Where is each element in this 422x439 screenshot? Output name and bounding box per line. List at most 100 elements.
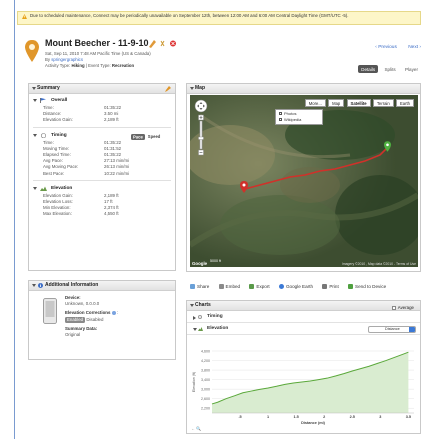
- event-type-value[interactable]: Recreation: [112, 63, 134, 68]
- additional-info-text: Device: Unknown, 0.0.0.0 Elevation Corre…: [65, 295, 119, 338]
- divider: [33, 179, 171, 181]
- embed-button[interactable]: Embed: [218, 282, 240, 292]
- collapse-arrow-icon[interactable]: [193, 327, 197, 331]
- globe-icon: [278, 284, 284, 290]
- title-actions: [149, 40, 176, 48]
- additional-info-title: Additional Information: [45, 282, 99, 288]
- charts-panel: Charts Average Timing Elevation Distance…: [186, 300, 421, 434]
- tab-splits[interactable]: Splits: [381, 65, 398, 73]
- share-label: Share: [197, 284, 210, 289]
- activity-title[interactable]: Mount Beecher - 11-9-10: [45, 38, 149, 48]
- share-button[interactable]: Share: [190, 282, 209, 292]
- timing-chart-header[interactable]: Timing: [187, 311, 420, 323]
- overall-section-header[interactable]: Overall: [29, 96, 175, 105]
- additional-info-header[interactable]: Additional Information: [29, 281, 175, 291]
- maintenance-notice: Due to scheduled maintenance, Connect ma…: [17, 11, 421, 25]
- google-logo: Google: [192, 261, 208, 266]
- activity-meta: Sat, Sep 11, 2010 7:48 AM Pacific Time (…: [45, 51, 151, 70]
- summary-header[interactable]: Summary: [29, 84, 175, 94]
- collapse-arrow-icon[interactable]: [190, 304, 194, 307]
- y-tick-label: 3,000: [201, 387, 210, 391]
- device-icon: [43, 298, 57, 324]
- send-to-device-label: Send to Device: [355, 284, 387, 289]
- send-to-device-button[interactable]: Send to Device: [348, 282, 386, 292]
- send-device-icon: [348, 284, 354, 290]
- dropdown-arrow-icon[interactable]: [409, 327, 415, 332]
- collapse-arrow-icon[interactable]: [33, 99, 37, 102]
- tab-details[interactable]: Details: [358, 65, 379, 73]
- collapse-arrow-icon[interactable]: [190, 87, 194, 90]
- author-link[interactable]: springergraphics: [51, 57, 83, 62]
- delete-icon[interactable]: [170, 40, 176, 47]
- map-attribution[interactable]: Imagery ©2010 , Map data ©2010 - Terms o…: [342, 262, 416, 266]
- activity-type-label: Activity Type:: [45, 63, 71, 69]
- satellite-map[interactable]: More... Map Satellite Terrain Earth Phot…: [190, 95, 418, 267]
- x-tick-label: 1.5: [294, 415, 299, 419]
- help-icon[interactable]: [111, 311, 116, 316]
- summary-data-value: Original: [65, 332, 81, 338]
- activity-tabs: Details Splits Player: [356, 65, 421, 74]
- embed-icon: [218, 284, 224, 290]
- map-pan-zoom-control[interactable]: [194, 99, 208, 159]
- export-button[interactable]: Export: [249, 282, 270, 292]
- x-axis-label: Distance (mi): [301, 421, 326, 425]
- y-tick-label: 3,400: [201, 378, 210, 382]
- map-header[interactable]: Map: [187, 84, 420, 94]
- end-marker-icon[interactable]: [384, 141, 391, 152]
- next-link[interactable]: Next ›: [408, 45, 421, 50]
- activity-type-row: Activity Type: Hiking | Event Type: Recr…: [45, 63, 135, 69]
- y-tick-label: 4,600: [201, 349, 210, 353]
- checkbox[interactable]: [279, 117, 282, 121]
- stat-label: Elevation Gain:: [43, 117, 73, 123]
- elevation-chart[interactable]: 4,600 4,200 3,800 3,400 3,000 2,600 2,200 .5 1 1.…: [190, 347, 418, 431]
- stat-value: 10:22 min/mi: [104, 170, 130, 176]
- start-marker-icon[interactable]: [240, 181, 248, 193]
- summary-panel: Summary Overall Time: 01:35:22 Distance: 3…: [28, 83, 176, 271]
- timing-section-header[interactable]: Timing Pace Speed: [29, 131, 175, 140]
- google-earth-label: Google Earth: [285, 284, 314, 289]
- charts-header[interactable]: Charts Average: [187, 301, 420, 311]
- x-axis-select-value: Distance: [385, 327, 400, 331]
- checkbox[interactable]: [279, 112, 282, 116]
- disabled-button[interactable]: Disabled: [86, 317, 103, 322]
- y-axis-label: Elevation (ft): [192, 372, 196, 392]
- google-earth-button[interactable]: Google Earth: [278, 282, 314, 292]
- collapse-arrow-icon[interactable]: [33, 186, 37, 190]
- collapse-arrow-icon[interactable]: [32, 87, 36, 90]
- zoom-controls[interactable]: ← 🔍: [191, 426, 201, 431]
- enabled-button[interactable]: Enabled: [65, 316, 86, 323]
- stat-row: Elevation Gain: 2,189 ft: [29, 117, 175, 123]
- x-tick-label: 1: [267, 415, 269, 419]
- speed-button[interactable]: Speed: [148, 134, 161, 139]
- more-dropdown: Photos Wikipedia: [275, 109, 323, 125]
- favorite-icon[interactable]: [160, 40, 165, 47]
- edit-icon[interactable]: [149, 40, 156, 48]
- map-more-button[interactable]: More...: [304, 99, 326, 107]
- y-tick-label: 2,200: [201, 407, 210, 411]
- stat-row: Max Elevation: 4,550 ft: [29, 211, 175, 217]
- event-type-label: Event Type:: [88, 63, 111, 69]
- collapse-arrow-icon[interactable]: [32, 284, 36, 287]
- collapse-arrow-icon[interactable]: [33, 133, 37, 137]
- expand-arrow-icon[interactable]: [193, 315, 196, 320]
- elevation-section-header[interactable]: Elevation: [29, 184, 175, 193]
- tab-player[interactable]: Player: [402, 65, 421, 73]
- map-satellite-button[interactable]: Satellite: [346, 99, 371, 107]
- by-label: By: [45, 57, 51, 63]
- activity-type-value[interactable]: Hiking: [71, 63, 84, 68]
- previous-link[interactable]: ‹ Previous: [375, 45, 397, 50]
- pencil-icon[interactable]: [165, 86, 171, 92]
- timing-title: Timing: [51, 132, 67, 138]
- info-icon: [38, 283, 43, 288]
- map-title: Map: [195, 85, 205, 91]
- print-button[interactable]: Print: [322, 282, 339, 292]
- x-axis-select[interactable]: Distance: [368, 326, 416, 333]
- map-map-button[interactable]: Map: [328, 99, 345, 107]
- average-checkbox[interactable]: [391, 305, 396, 310]
- map-earth-button[interactable]: Earth: [395, 99, 414, 107]
- wikipedia-option[interactable]: Wikipedia: [279, 117, 319, 123]
- elevation-chart-header[interactable]: Elevation Distance: [187, 323, 420, 335]
- device-label: Device:: [65, 295, 81, 300]
- map-terrain-button[interactable]: Terrain: [372, 99, 394, 107]
- additional-info-panel: Additional Information Device: Unknown, …: [28, 280, 176, 360]
